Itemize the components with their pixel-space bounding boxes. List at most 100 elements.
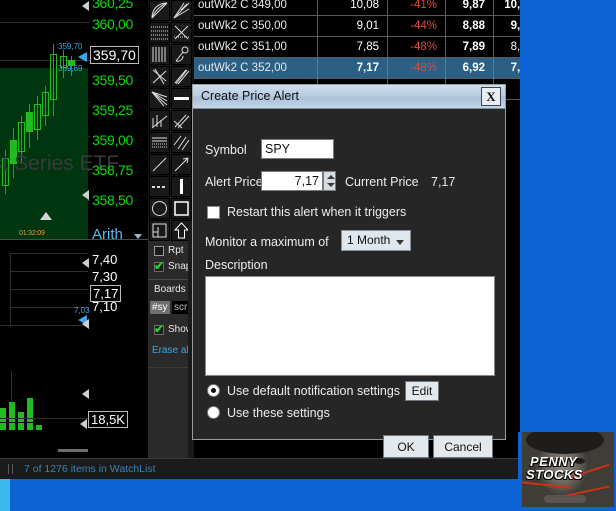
- cell-symbol: outWk2 C 349,00: [198, 0, 287, 11]
- chart-options-panel[interactable]: Rpt ✔ Snap Boards #sy scr ✔ Show Erase a…: [148, 220, 194, 458]
- tool-horizontal-line-icon[interactable]: [171, 88, 192, 109]
- radio-these-settings[interactable]: [207, 406, 220, 419]
- cancel-button[interactable]: Cancel: [433, 435, 493, 458]
- sub-marker-2: [82, 319, 89, 329]
- tool-rectangle-icon[interactable]: [171, 198, 192, 219]
- tool-parallel-channel-icon[interactable]: [171, 66, 192, 87]
- check-icon: ✔: [154, 259, 165, 273]
- tool-diagonal-hatch-icon[interactable]: [171, 132, 192, 153]
- description-textarea[interactable]: [205, 276, 495, 376]
- edit-button[interactable]: Edit: [405, 381, 439, 401]
- tool-andrews-pitchfork-icon[interactable]: [149, 110, 170, 131]
- axis-label-5: 359,00: [92, 132, 134, 148]
- price-marker-top: [82, 1, 89, 11]
- chevron-down-icon[interactable]: [134, 234, 142, 239]
- status-text: 7 of 1276 items in WatchList: [24, 463, 156, 475]
- tool-fan-lines-icon[interactable]: [149, 0, 170, 21]
- tool-ray-burst-icon[interactable]: [171, 0, 192, 21]
- table-row-selected[interactable]: outWk2 C 352,00 7,17 -48% 6,92 7,05: [194, 58, 520, 79]
- axis-label-4: 359,25: [92, 102, 134, 118]
- board-tab-sy[interactable]: #sy: [150, 301, 170, 314]
- dialog-title-bar[interactable]: Create Price Alert X: [193, 85, 505, 109]
- tool-vertical-line-icon[interactable]: [171, 176, 192, 197]
- tool-slanted-hatch-icon[interactable]: [171, 110, 192, 131]
- radio-default-label: Use default notification settings: [227, 384, 401, 398]
- candlesticks: [0, 0, 88, 239]
- tool-dotted-grid-icon[interactable]: [149, 22, 170, 43]
- tool-trendline-icon[interactable]: [149, 154, 170, 175]
- tool-anchor-icon[interactable]: [171, 44, 192, 65]
- cell-symbol: outWk2 C 350,00: [198, 20, 287, 32]
- symbol-label: Symbol: [205, 143, 247, 157]
- screen: st Series ETF 360,25 360,00 359,70 359,7…: [0, 0, 616, 511]
- ask-label: 359,69: [58, 64, 83, 73]
- tool-pitchfork-icon[interactable]: [149, 88, 170, 109]
- cell-change: -44%: [410, 20, 437, 32]
- drawing-tools-palette[interactable]: [148, 0, 194, 221]
- radio-these-label: Use these settings: [227, 406, 330, 420]
- table-row[interactable]: outWk2 C 349,00 10,08 -41% 9,87 10,00: [194, 0, 520, 16]
- volume-bar: [18, 412, 24, 430]
- check-icon: ✔: [154, 322, 165, 336]
- tool-horizontal-bands-icon[interactable]: [149, 132, 170, 153]
- tool-vertical-grid-icon[interactable]: [149, 44, 170, 65]
- table-row[interactable]: outWk2 C 351,00 7,85 -48% 7,89 8,00: [194, 37, 520, 58]
- option-subchart[interactable]: 7,40 7,30 7,17 7,10 7,03 18,5K: [0, 241, 148, 458]
- sub-axis-0: 7,40: [92, 252, 118, 267]
- status-grip: [12, 464, 13, 474]
- restart-alert-checkbox[interactable]: [207, 206, 220, 219]
- axis-label-7: 358,50: [92, 192, 134, 208]
- chart-panel[interactable]: st Series ETF 360,25 360,00 359,70 359,7…: [0, 0, 148, 458]
- monitor-label: Monitor a maximum of: [205, 235, 329, 249]
- alert-price-stepper[interactable]: [323, 171, 336, 191]
- stepper-down-icon[interactable]: [327, 183, 335, 187]
- tool-ellipse-icon[interactable]: [149, 198, 170, 219]
- cell-ask: 10,00: [504, 0, 520, 11]
- webcam-lower-bar: [544, 495, 586, 503]
- cell-last: 7,85: [356, 41, 379, 53]
- stepper-up-icon[interactable]: [327, 175, 335, 179]
- cell-change: -41%: [410, 0, 437, 11]
- cell-last: 9,01: [356, 20, 379, 32]
- radio-default-settings[interactable]: [207, 384, 220, 397]
- axis-label-3: 359,50: [92, 72, 134, 88]
- monitor-duration-select[interactable]: 1 Month: [341, 230, 411, 251]
- tool-step-shape-icon[interactable]: [149, 220, 170, 241]
- rpt-checkbox[interactable]: [154, 246, 164, 256]
- create-price-alert-dialog[interactable]: Create Price Alert X Symbol SPY outWk2 A…: [192, 84, 506, 458]
- sub-axis-2: 7,10: [92, 299, 118, 314]
- price-chart[interactable]: st Series ETF 360,25 360,00 359,70 359,7…: [0, 0, 148, 240]
- tool-ray-icon[interactable]: [171, 154, 192, 175]
- status-grip: [8, 464, 9, 474]
- webcam-overlay[interactable]: PENNY STOCKS: [518, 432, 614, 507]
- axis-label-0: 360,25: [92, 0, 134, 11]
- board-tab-scr[interactable]: scr: [172, 301, 190, 314]
- scale-mode-label[interactable]: Arith: [92, 226, 123, 239]
- table-row[interactable]: outWk2 C 350,00 9,01 -44% 8,88 9,00: [194, 16, 520, 37]
- ok-button[interactable]: OK: [383, 435, 429, 458]
- rpt-label: Rpt: [168, 245, 184, 256]
- symbol-input[interactable]: SPY outWk2: [261, 139, 334, 159]
- sub-marker-label: 7,03: [74, 306, 90, 315]
- desktop-background-right: [520, 0, 616, 479]
- chart-horizontal-scrollbar[interactable]: [58, 449, 88, 452]
- description-label: Description: [205, 258, 268, 272]
- alert-price-label: Alert Price: [205, 175, 263, 189]
- volume-bar: [9, 402, 15, 430]
- cell-bid: 6,92: [462, 62, 485, 74]
- current-price-label: Current Price: [345, 175, 419, 189]
- cell-bid: 9,87: [462, 0, 485, 11]
- cell-symbol: outWk2 C 352,00: [198, 62, 287, 74]
- cell-last: 7,17: [356, 62, 379, 74]
- close-icon[interactable]: X: [481, 87, 501, 106]
- tool-cross-rays-icon[interactable]: [171, 22, 192, 43]
- volume-box: 18,5K: [88, 411, 128, 428]
- erase-all-link[interactable]: Erase al: [152, 345, 189, 356]
- cell-bid: 8,88: [462, 20, 485, 32]
- tool-x-cross-icon[interactable]: [149, 66, 170, 87]
- tool-dashed-line-icon[interactable]: [149, 176, 170, 197]
- chevron-down-icon[interactable]: [396, 240, 404, 245]
- cell-ask: 8,00: [510, 41, 520, 53]
- restart-alert-label: Restart this alert when it triggers: [227, 205, 407, 219]
- alert-price-input[interactable]: 7,17: [261, 171, 323, 191]
